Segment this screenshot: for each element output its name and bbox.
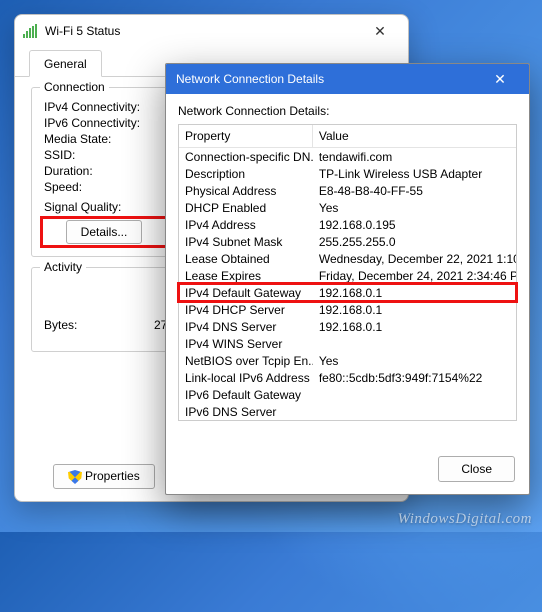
close-button[interactable]: Close <box>438 456 515 482</box>
table-row[interactable]: DHCP EnabledYes <box>179 199 516 216</box>
ipv6-conn-label: IPv6 Connectivity: <box>44 116 154 130</box>
watermark: WindowsDigital.com <box>398 511 532 528</box>
cell-value: Friday, December 24, 2021 2:34:46 PM <box>313 267 516 284</box>
cell-property: IPv6 DNS Server <box>179 403 313 420</box>
details-button[interactable]: Details... <box>66 220 143 244</box>
header-property: Property <box>179 125 313 147</box>
cell-property: Connection-specific DN... <box>179 148 313 165</box>
cell-value: Yes <box>313 199 516 216</box>
table-row[interactable]: Physical AddressE8-48-B8-40-FF-55 <box>179 182 516 199</box>
cell-value: TP-Link Wireless USB Adapter <box>313 165 516 182</box>
table-row[interactable]: IPv6 DNS Server <box>179 403 516 420</box>
cell-value: E8-48-B8-40-FF-55 <box>313 182 516 199</box>
cell-value <box>313 403 516 420</box>
cell-property: IPv4 DNS Server <box>179 318 313 335</box>
activity-legend: Activity <box>40 260 86 274</box>
table-row[interactable]: Lease ObtainedWednesday, December 22, 20… <box>179 250 516 267</box>
cell-value <box>313 386 516 403</box>
shield-icon <box>68 470 82 484</box>
cell-property: Link-local IPv6 Address <box>179 369 313 386</box>
speed-label: Speed: <box>44 180 154 194</box>
cell-property: Lease Obtained <box>179 250 313 267</box>
connection-legend: Connection <box>40 80 109 94</box>
tab-general[interactable]: General <box>29 50 102 77</box>
cell-value: fe80::5cdb:5df3:949f:7154%22 <box>313 369 516 386</box>
cell-property: IPv4 Default Gateway <box>179 284 313 301</box>
cell-property: Description <box>179 165 313 182</box>
close-button[interactable]: ✕ <box>360 17 400 45</box>
dialog-titlebar: Network Connection Details ✕ <box>166 64 529 94</box>
cell-property: IPv4 Address <box>179 216 313 233</box>
cell-property: Physical Address <box>179 182 313 199</box>
bytes-label: Bytes: <box>44 318 154 332</box>
wifi-signal-icon <box>23 24 39 38</box>
cell-property: IPv4 Subnet Mask <box>179 233 313 250</box>
cell-value: tendawifi.com <box>313 148 516 165</box>
dialog-title: Network Connection Details <box>176 72 481 86</box>
cell-value <box>313 335 516 352</box>
table-header: Property Value <box>179 125 516 148</box>
details-subtitle: Network Connection Details: <box>178 104 517 118</box>
details-highlight: Details... <box>44 220 164 244</box>
cell-property: Lease Expires <box>179 267 313 284</box>
titlebar: Wi-Fi 5 Status ✕ <box>15 15 408 47</box>
table-row[interactable]: Link-local IPv6 Addressfe80::5cdb:5df3:9… <box>179 369 516 386</box>
table-row[interactable]: Lease ExpiresFriday, December 24, 2021 2… <box>179 267 516 284</box>
cell-value: 192.168.0.1 <box>313 318 516 335</box>
cell-property: IPv4 DHCP Server <box>179 301 313 318</box>
table-row[interactable]: IPv4 DHCP Server192.168.0.1 <box>179 301 516 318</box>
network-details-dialog: Network Connection Details ✕ Network Con… <box>165 63 530 495</box>
cell-value: 192.168.0.1 <box>313 301 516 318</box>
duration-label: Duration: <box>44 164 154 178</box>
dialog-close-icon[interactable]: ✕ <box>481 64 519 94</box>
cell-value: Wednesday, December 22, 2021 1:10:21 <box>313 250 516 267</box>
table-row[interactable]: IPv4 Subnet Mask255.255.255.0 <box>179 233 516 250</box>
table-row[interactable]: IPv4 WINS Server <box>179 335 516 352</box>
cell-property: IPv4 WINS Server <box>179 335 313 352</box>
cell-value: Yes <box>313 352 516 369</box>
cell-value: 192.168.0.1 <box>313 284 516 301</box>
cell-value: 192.168.0.195 <box>313 216 516 233</box>
table-row[interactable]: IPv4 Address192.168.0.195 <box>179 216 516 233</box>
signal-quality-label: Signal Quality: <box>44 200 154 214</box>
table-row[interactable]: IPv4 DNS Server192.168.0.1 <box>179 318 516 335</box>
details-table: Property Value Connection-specific DN...… <box>178 124 517 421</box>
cell-value: 255.255.255.0 <box>313 233 516 250</box>
properties-button[interactable]: Properties <box>53 464 155 489</box>
cell-property: IPv6 Default Gateway <box>179 386 313 403</box>
table-row[interactable]: IPv6 Default Gateway <box>179 386 516 403</box>
table-row[interactable]: NetBIOS over Tcpip En...Yes <box>179 352 516 369</box>
media-state-label: Media State: <box>44 132 154 146</box>
ipv4-conn-label: IPv4 Connectivity: <box>44 100 154 114</box>
header-value: Value <box>313 125 516 147</box>
ssid-label: SSID: <box>44 148 154 162</box>
cell-property: DHCP Enabled <box>179 199 313 216</box>
properties-label: Properties <box>85 469 140 483</box>
window-title: Wi-Fi 5 Status <box>45 24 354 38</box>
table-row[interactable]: IPv4 Default Gateway192.168.0.1 <box>179 284 516 301</box>
table-row[interactable]: DescriptionTP-Link Wireless USB Adapter <box>179 165 516 182</box>
cell-property: NetBIOS over Tcpip En... <box>179 352 313 369</box>
table-row[interactable]: Connection-specific DN...tendawifi.com <box>179 148 516 165</box>
